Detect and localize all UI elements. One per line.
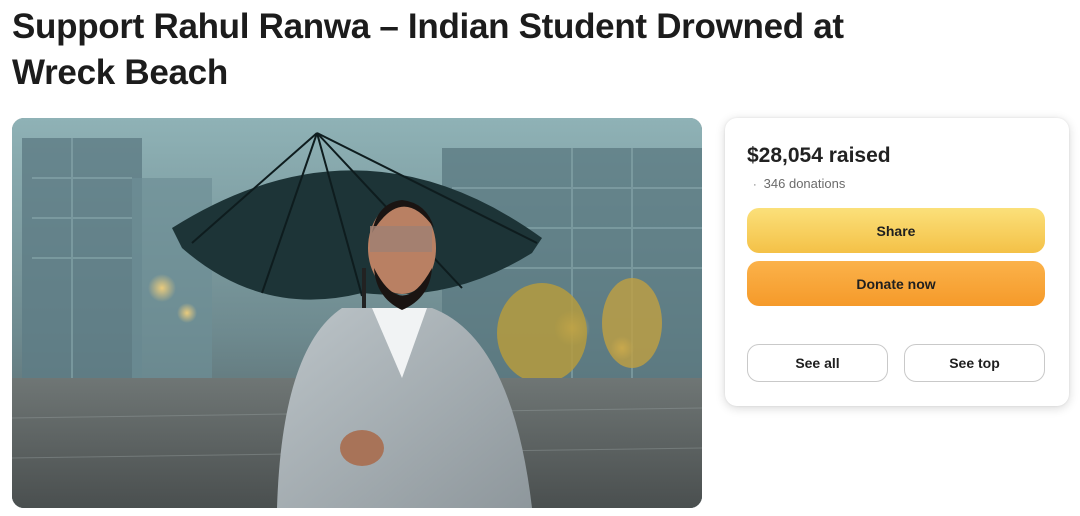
campaign-title: Support Rahul Ranwa – Indian Student Dro… xyxy=(12,7,844,92)
campaign-photo xyxy=(12,118,702,508)
see-top-button[interactable]: See top xyxy=(904,344,1045,382)
donations-count-line: · 346 donations xyxy=(753,176,845,191)
amount-raised: $28,054 raised xyxy=(747,144,891,167)
share-button[interactable]: Share xyxy=(747,208,1045,253)
donations-count: 346 donations xyxy=(763,176,846,191)
see-all-button[interactable]: See all xyxy=(747,344,888,382)
donate-now-button[interactable]: Donate now xyxy=(747,261,1045,306)
campaign-hero-image xyxy=(12,118,702,508)
separator-dot: · xyxy=(753,179,757,191)
donation-card: $28,054 raised · 346 donations Share Dona… xyxy=(725,118,1069,406)
